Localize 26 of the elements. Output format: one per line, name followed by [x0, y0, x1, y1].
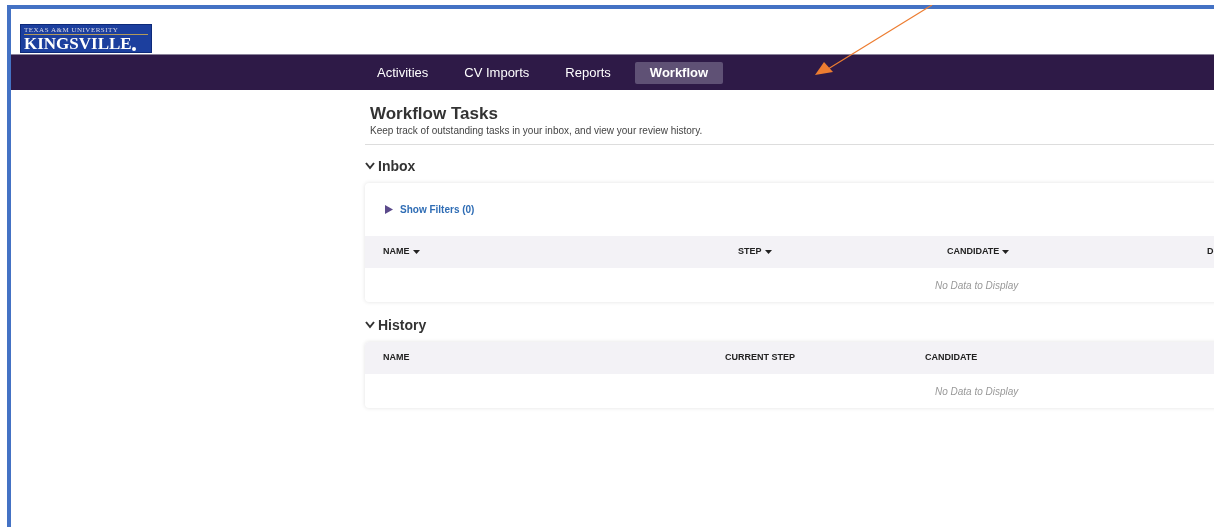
column-header[interactable]: NAME: [383, 245, 410, 259]
empty-message: No Data to Display: [935, 278, 1019, 293]
sort-caret-icon[interactable]: [1002, 250, 1010, 254]
nav-tab[interactable]: Workflow: [634, 61, 724, 84]
section-title[interactable]: Inbox: [378, 155, 416, 177]
chevron-down-icon[interactable]: [365, 161, 375, 171]
registered-mark-icon: [131, 47, 136, 51]
sort-caret-icon[interactable]: [412, 250, 420, 254]
column-header[interactable]: CANDIDATE: [947, 245, 1000, 259]
nav-tab[interactable]: Reports: [553, 61, 623, 84]
column-header: CANDIDATE: [925, 351, 978, 365]
logo-title: KINGSVILLE: [24, 35, 132, 53]
show-filters-link[interactable]: Show Filters (0): [400, 202, 475, 217]
column-header: D: [1207, 245, 1214, 259]
empty-message: No Data to Display: [935, 384, 1019, 399]
nav-tab[interactable]: CV Imports: [452, 61, 542, 84]
column-header[interactable]: STEP: [738, 245, 762, 259]
chevron-down-icon[interactable]: [365, 320, 375, 330]
section-title[interactable]: History: [378, 314, 427, 336]
sort-caret-icon[interactable]: [764, 250, 772, 254]
page-subtitle: Keep track of outstanding tasks in your inbox, and view your review history.: [365, 124, 1214, 145]
nav-tab[interactable]: Activities: [365, 61, 441, 84]
caret-right-icon[interactable]: [385, 205, 393, 214]
page-title: Workflow Tasks: [369, 103, 499, 124]
column-header: CURRENT STEP: [725, 351, 795, 365]
column-header: NAME: [383, 351, 410, 365]
